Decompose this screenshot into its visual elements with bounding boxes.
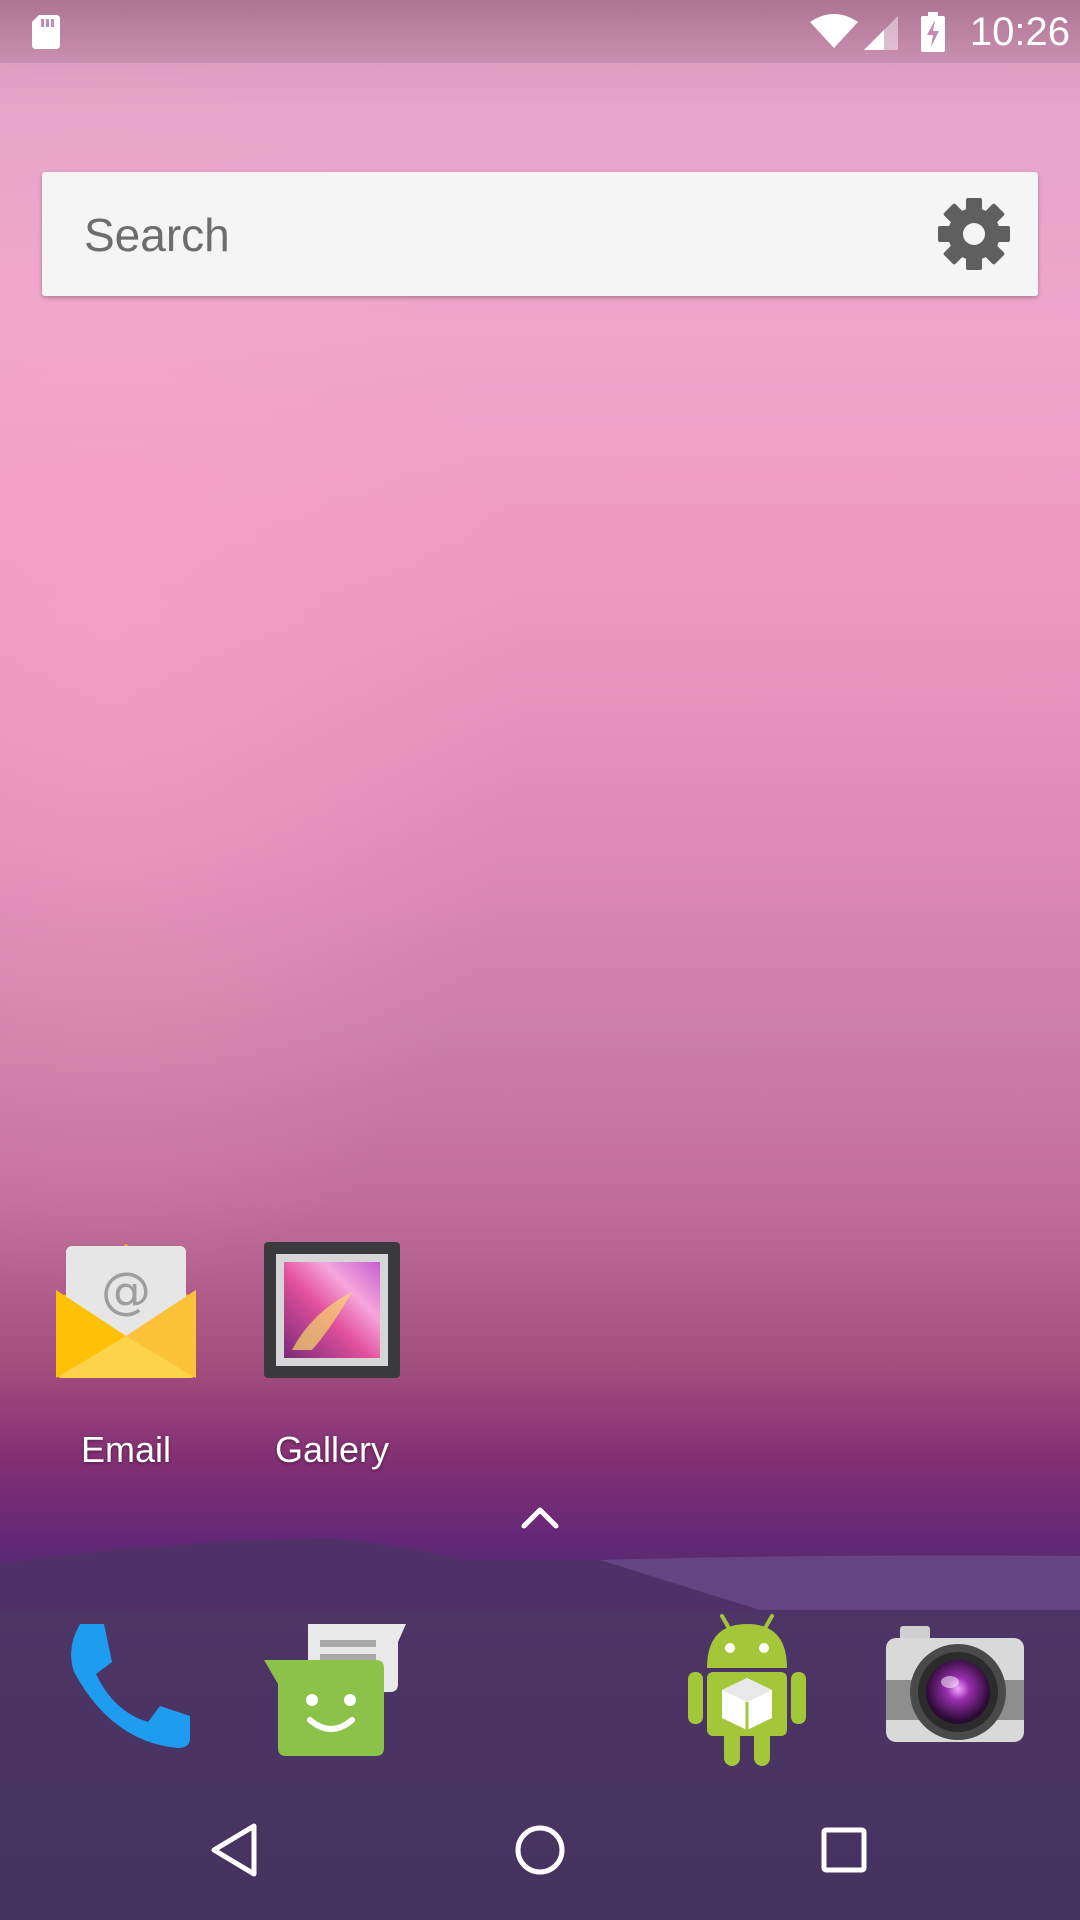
email-icon: @: [56, 1244, 196, 1378]
battery-charging-icon: [921, 12, 945, 52]
camera-icon: [886, 1626, 1024, 1742]
android-icon: [688, 1614, 806, 1766]
dock-api-demos[interactable]: [672, 1610, 822, 1770]
sd-card-icon: [32, 15, 60, 49]
dock-background: [0, 1538, 1080, 1610]
home-screen: 10:26 Search @ Email Gallery: [0, 0, 1080, 1920]
recents-icon[interactable]: [804, 1810, 884, 1890]
status-clock: 10:26: [969, 10, 1070, 54]
app-label-email: Email: [80, 1429, 172, 1470]
gallery-icon: [264, 1242, 400, 1378]
dock-messaging[interactable]: [258, 1612, 408, 1762]
status-bar: 10:26: [0, 0, 1080, 63]
phone-icon: [71, 1624, 190, 1748]
app-label-gallery: Gallery: [274, 1429, 390, 1470]
svg-text:@: @: [101, 1262, 151, 1320]
navigation-bar: [0, 1780, 1080, 1920]
back-icon[interactable]: [196, 1810, 276, 1890]
dock-phone[interactable]: [52, 1612, 202, 1762]
cell-signal-icon: [864, 16, 898, 50]
home-icon[interactable]: [500, 1810, 580, 1890]
wifi-icon: [810, 14, 858, 48]
app-gallery[interactable]: Gallery: [232, 1232, 432, 1472]
search-bar[interactable]: Search: [42, 172, 1038, 296]
dock-camera[interactable]: [880, 1620, 1030, 1760]
messaging-icon: [264, 1624, 406, 1756]
gear-icon[interactable]: [936, 196, 1012, 272]
app-email[interactable]: @ Email: [26, 1232, 226, 1472]
search-placeholder: Search: [84, 209, 230, 261]
